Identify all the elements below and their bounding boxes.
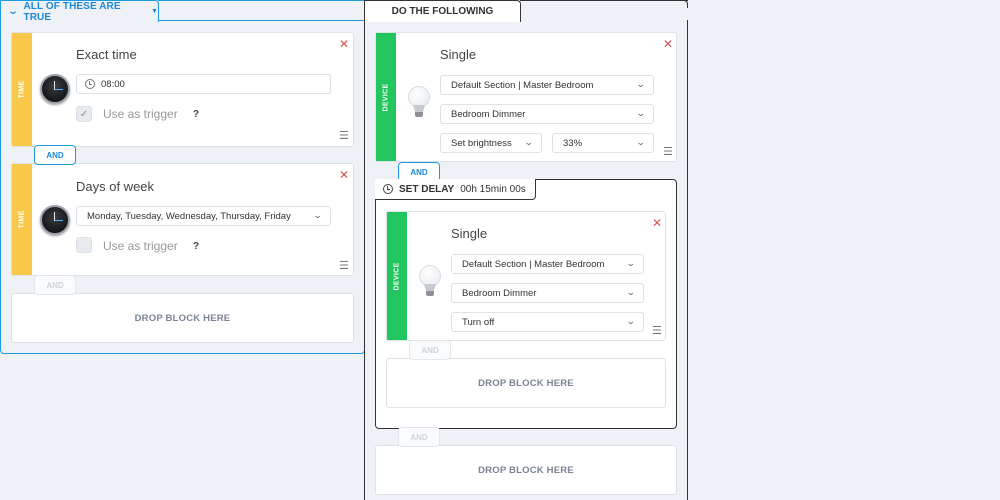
block-title: Single <box>451 226 488 241</box>
use-as-trigger-checkbox[interactable]: ✓ <box>76 106 92 122</box>
action-select[interactable]: Set brightness ⌄ <box>440 133 542 153</box>
device-select[interactable]: Bedroom Dimmer ⌄ <box>440 104 654 124</box>
location-select[interactable]: Default Section | Master Bedroom ⌄ <box>440 75 654 95</box>
action-block-device[interactable]: DEVICE Single ✕ Default Section | Master… <box>375 32 677 162</box>
clock-icon <box>40 205 70 235</box>
brightness-select[interactable]: 33% ⌄ <box>552 133 654 153</box>
drag-handle-icon[interactable]: ☰ <box>339 261 349 272</box>
action-select[interactable]: Turn off ⌄ <box>451 312 644 332</box>
delay-value: 00h 15min 00s <box>460 183 526 195</box>
time-input[interactable]: 08:00 <box>76 74 331 94</box>
days-value: Monday, Tuesday, Wednesday, Thursday, Fr… <box>87 210 291 222</box>
help-icon[interactable]: ? <box>193 109 199 120</box>
drag-handle-icon[interactable]: ☰ <box>339 131 349 142</box>
use-as-trigger-checkbox[interactable] <box>76 237 92 253</box>
action-panel-border <box>520 0 688 1</box>
clock-icon <box>383 184 393 194</box>
help-icon[interactable]: ? <box>193 241 199 252</box>
close-icon[interactable]: ✕ <box>339 38 349 50</box>
chevron-down-icon: ⌄ <box>636 108 647 118</box>
use-as-trigger-label: Use as trigger <box>103 107 178 121</box>
condition-mode-label: ALL OF THESE ARE TRUE <box>23 0 121 23</box>
category-strip-device: DEVICE <box>376 33 396 161</box>
time-value: 08:00 <box>101 78 125 90</box>
and-connector-placeholder: AND <box>34 275 76 295</box>
chevron-down-icon: ⌄ <box>636 79 647 89</box>
actions-header: DO THE FOLLOWING <box>364 0 521 22</box>
chevron-down-icon: ⌄ <box>524 137 535 147</box>
days-select[interactable]: Monday, Tuesday, Wednesday, Thursday, Fr… <box>76 206 331 226</box>
light-bulb-icon <box>408 86 430 120</box>
chevron-down-icon: ⌄ <box>626 316 637 326</box>
close-icon[interactable]: ✕ <box>663 38 673 50</box>
category-strip-device: DEVICE <box>387 212 407 340</box>
device-select[interactable]: Bedroom Dimmer ⌄ <box>451 283 644 303</box>
location-select[interactable]: Default Section | Master Bedroom ⌄ <box>451 254 644 274</box>
and-connector-placeholder: AND <box>409 340 451 360</box>
delay-drop-zone[interactable]: DROP BLOCK HERE <box>386 358 666 408</box>
drag-handle-icon[interactable]: ☰ <box>652 326 662 337</box>
chevron-down-icon: ⌄ <box>626 258 637 268</box>
condition-mode-dropdown[interactable]: ⌄ ALL OF THESE ARE TRUE ▼ <box>0 0 159 23</box>
block-title: Days of week <box>76 179 155 194</box>
condition-drop-zone[interactable]: DROP BLOCK HERE <box>11 293 354 343</box>
block-title: Exact time <box>76 47 137 62</box>
drag-handle-icon[interactable]: ☰ <box>663 147 673 158</box>
set-delay-header[interactable]: SET DELAY 00h 15min 00s <box>375 179 536 200</box>
chevron-down-icon: ⌄ <box>313 210 324 220</box>
caret-down-icon: ▼ <box>150 8 158 15</box>
collapse-icon[interactable]: ⌄ <box>7 6 19 17</box>
light-bulb-icon <box>419 265 441 299</box>
time-icon <box>85 79 95 89</box>
category-strip-time: TIME <box>12 164 32 275</box>
and-connector[interactable]: AND <box>34 145 76 165</box>
category-strip-time: TIME <box>12 33 32 146</box>
condition-block-exact-time[interactable]: TIME Exact time ✕ 08:00 ✓ Use as trigger… <box>11 32 354 147</box>
action-drop-zone[interactable]: DROP BLOCK HERE <box>375 445 677 495</box>
set-delay-label: SET DELAY <box>399 183 455 195</box>
close-icon[interactable]: ✕ <box>339 169 349 181</box>
block-title: Single <box>440 47 477 62</box>
action-panel-corner <box>680 0 688 8</box>
and-connector-placeholder: AND <box>398 427 440 447</box>
condition-panel-border <box>158 0 364 1</box>
chevron-down-icon: ⌄ <box>626 287 637 297</box>
condition-block-days-of-week[interactable]: TIME Days of week ✕ Monday, Tuesday, Wed… <box>11 163 354 276</box>
delayed-action-block-device[interactable]: DEVICE Single ✕ Default Section | Master… <box>386 211 666 341</box>
clock-icon <box>40 74 70 104</box>
chevron-down-icon: ⌄ <box>636 137 647 147</box>
close-icon[interactable]: ✕ <box>652 217 662 229</box>
check-icon: ✓ <box>79 108 89 120</box>
use-as-trigger-label: Use as trigger <box>103 239 178 253</box>
